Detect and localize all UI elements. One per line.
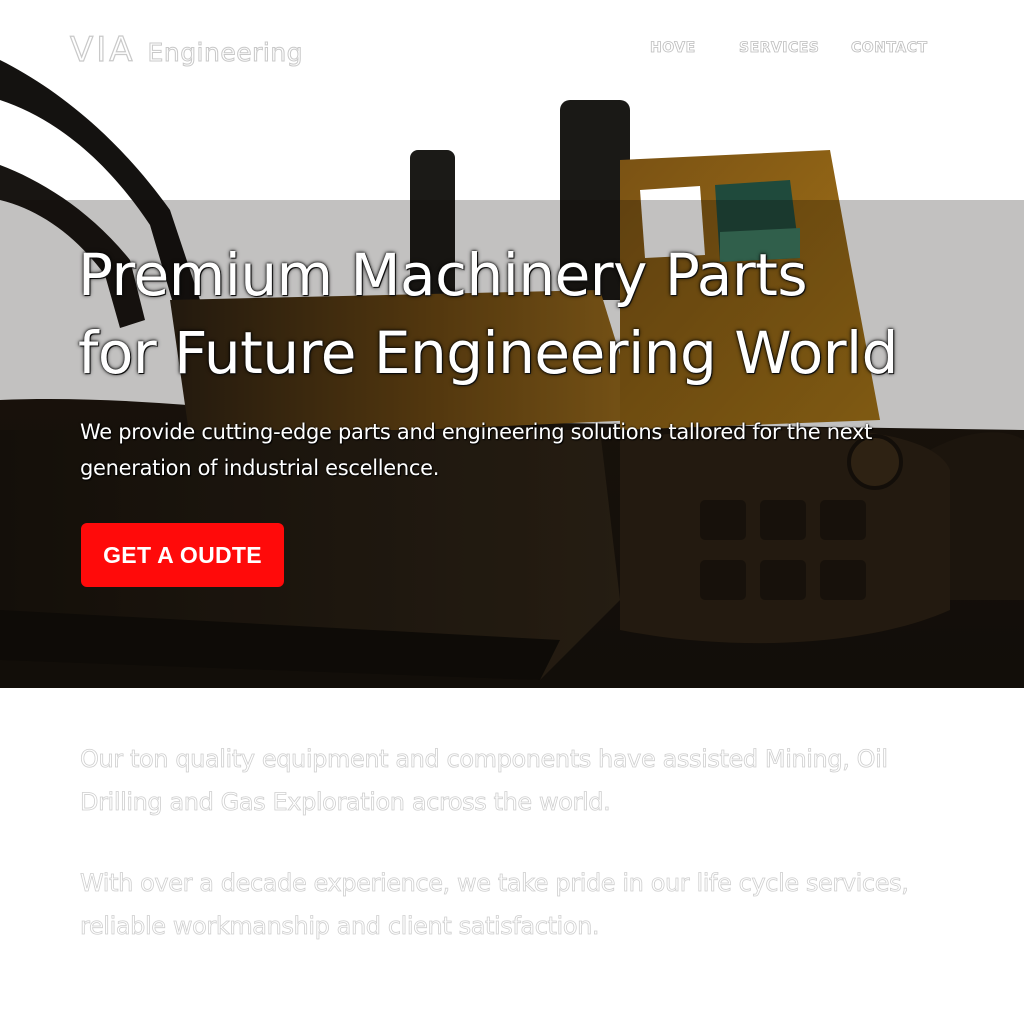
hero-title: Premium Machinery Parts for Future Engin… (78, 236, 978, 392)
about-paragraph-2: With over a decade experience, we take p… (80, 869, 910, 941)
about-paragraph-1: Our ton quality equipment and components… (80, 745, 889, 817)
hero-title-line-2: for Future Engineering World (78, 319, 898, 387)
nav-contact-link[interactable]: CONTACT (851, 40, 928, 57)
nav-services-link[interactable]: SERVICES (739, 40, 820, 57)
hero-section: VIA Engineering HOVE SERVICES CONTACT Pr… (0, 0, 1024, 688)
hero-title-line-1: Premium Machinery Parts (78, 241, 808, 309)
landing-page: VIA Engineering HOVE SERVICES CONTACT Pr… (0, 0, 1024, 1024)
nav-home-link[interactable]: HOVE (650, 40, 696, 57)
get-a-quote-button[interactable]: GET A OUDTE (81, 523, 284, 587)
site-header: VIA Engineering HOVE SERVICES CONTACT (0, 0, 1024, 100)
about-section: Our ton quality equipment and components… (80, 738, 960, 948)
hero-subtitle: We provide cutting-edge parts and engine… (80, 420, 873, 480)
main-nav: HOVE SERVICES CONTACT (0, 40, 1024, 60)
